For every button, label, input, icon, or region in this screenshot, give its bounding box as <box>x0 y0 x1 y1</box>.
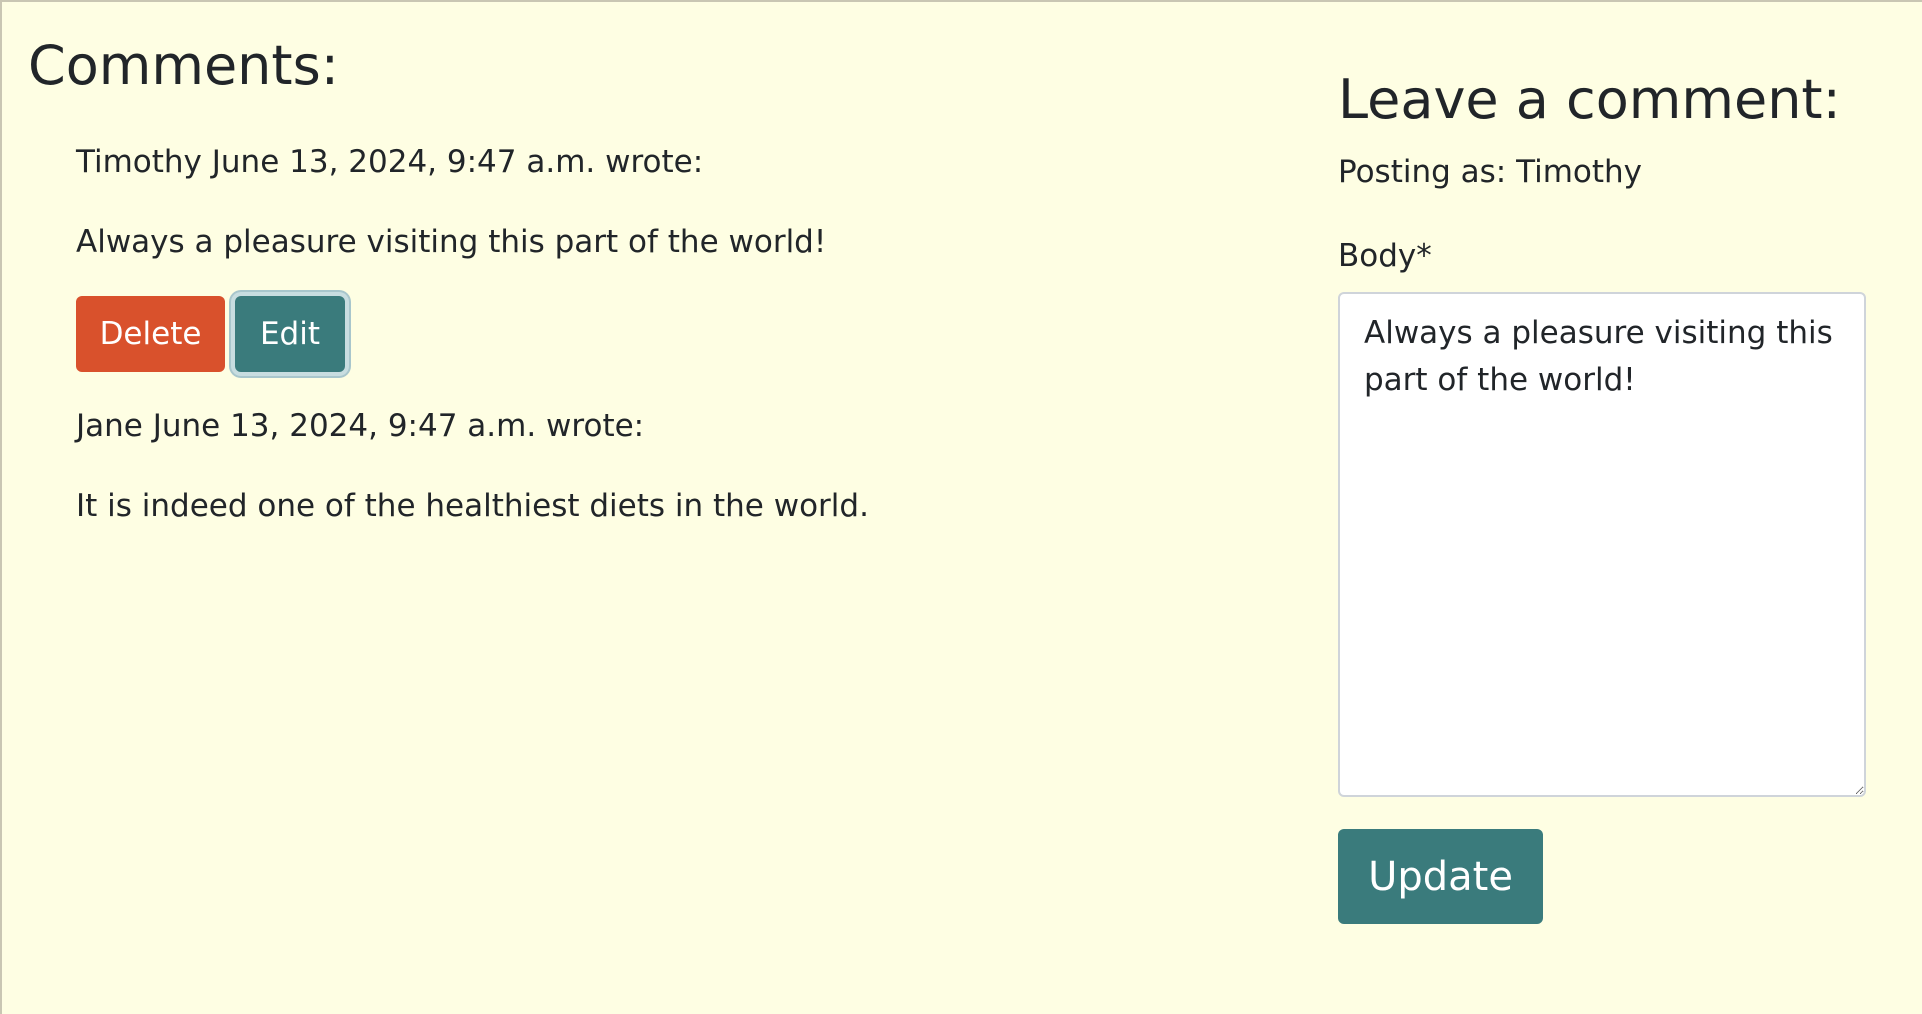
comment-form-section: Leave a comment: Posting as: Timothy Bod… <box>1338 68 1878 924</box>
delete-comment-button[interactable]: Delete <box>76 296 225 372</box>
comment-meta: Timothy June 13, 2024, 9:47 a.m. wrote: <box>76 144 704 180</box>
update-comment-button[interactable]: Update <box>1338 829 1543 924</box>
edit-comment-button[interactable]: Edit <box>235 296 345 372</box>
body-label: Body* <box>1338 238 1432 274</box>
comment-actions: Delete Edit <box>76 296 1228 372</box>
posting-as-text: Posting as: Timothy <box>1338 154 1643 190</box>
comments-section: Comments: Timothy June 13, 2024, 9:47 a.… <box>28 34 1228 560</box>
comment-form-heading: Leave a comment: <box>1338 68 1841 131</box>
comment-list: Timothy June 13, 2024, 9:47 a.m. wrote: … <box>76 142 1228 526</box>
comment-body: It is indeed one of the healthiest diets… <box>76 488 869 524</box>
comment-item: Jane June 13, 2024, 9:47 a.m. wrote: It … <box>76 406 1228 526</box>
comment-body-textarea[interactable]: Always a pleasure visiting this part of … <box>1338 292 1866 797</box>
comments-heading: Comments: <box>28 34 339 97</box>
comment-meta: Jane June 13, 2024, 9:47 a.m. wrote: <box>76 408 645 444</box>
comment-item: Timothy June 13, 2024, 9:47 a.m. wrote: … <box>76 142 1228 372</box>
comment-body: Always a pleasure visiting this part of … <box>76 224 827 260</box>
